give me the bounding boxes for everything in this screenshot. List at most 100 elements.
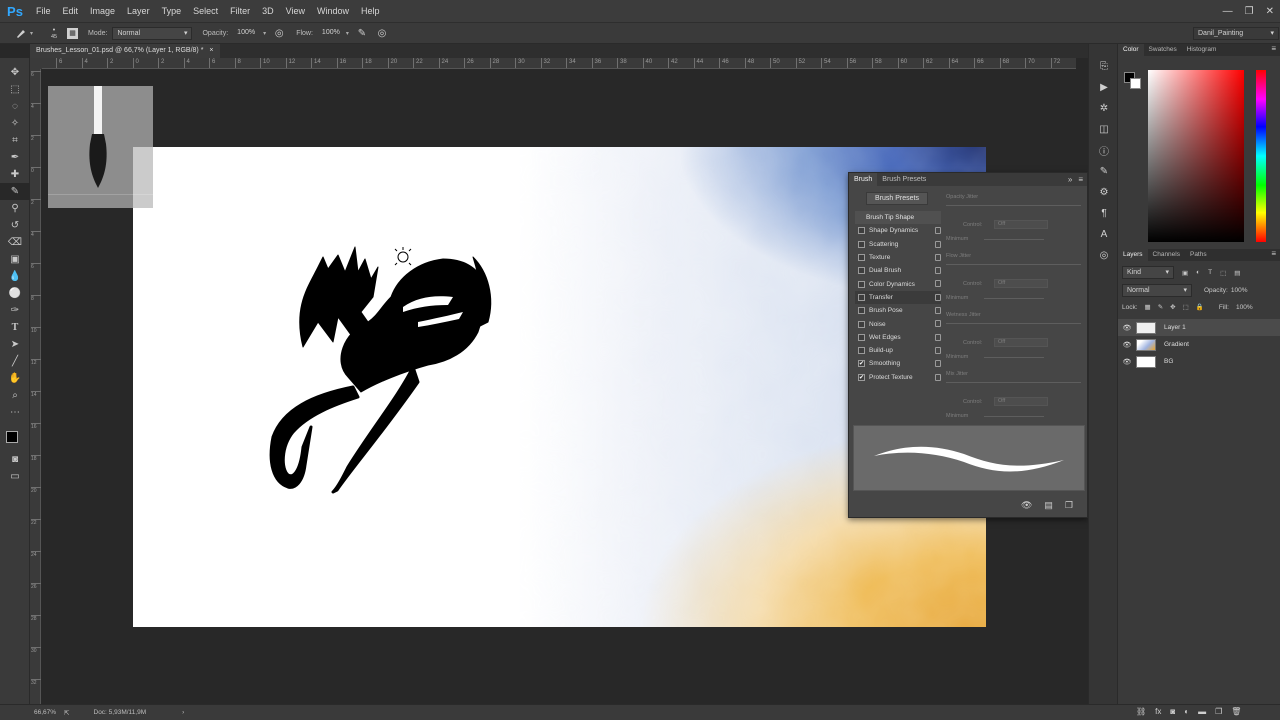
bg-color-swatch[interactable]: [1130, 78, 1141, 89]
minimum-slider[interactable]: [984, 298, 1044, 299]
checkbox[interactable]: [858, 240, 865, 248]
layer-style-icon[interactable]: fx: [1155, 707, 1161, 716]
panel-menu-icon[interactable]: ≡: [1078, 175, 1083, 184]
type-tool-icon[interactable]: T: [0, 319, 30, 336]
gradient-tool-icon[interactable]: ▣: [0, 251, 30, 268]
quick-select-tool-icon[interactable]: ✧: [0, 115, 30, 132]
export-icon[interactable]: ⇱: [64, 709, 69, 717]
checkbox[interactable]: [858, 254, 865, 262]
eraser-tool-icon[interactable]: ⌫: [0, 234, 30, 251]
pen-tool-icon[interactable]: ✑: [0, 302, 30, 319]
brush-settings-icon[interactable]: ⚙: [1089, 182, 1119, 203]
zoom-level[interactable]: 66,67%: [34, 709, 56, 716]
filter-shape-icon[interactable]: ⬚: [1220, 269, 1226, 277]
tab-swatches[interactable]: Swatches: [1144, 44, 1182, 56]
flow-field[interactable]: 100%: [317, 26, 346, 40]
paragraph-icon[interactable]: ¶: [1089, 203, 1119, 224]
lock-icon[interactable]: [935, 227, 941, 235]
mode-select[interactable]: Normal ▾: [112, 26, 193, 40]
lock-icon[interactable]: [935, 253, 941, 261]
menu-help[interactable]: Help: [355, 0, 386, 22]
menu-view[interactable]: View: [280, 0, 311, 22]
actions-play-icon[interactable]: ▶: [1089, 77, 1119, 98]
workspace-select[interactable]: Danil_Painting ▾: [1193, 27, 1279, 40]
tab-brush[interactable]: Brush: [849, 173, 878, 186]
checkbox[interactable]: [858, 347, 865, 355]
tab-color[interactable]: Color: [1118, 44, 1144, 56]
quick-mask-icon[interactable]: ◙: [0, 451, 30, 468]
filter-pixel-icon[interactable]: ▣: [1182, 269, 1188, 277]
layer-opacity-value[interactable]: 100%: [1231, 287, 1248, 294]
history-icon[interactable]: ⎘: [1089, 56, 1119, 77]
layer-row-bg[interactable]: 👁 BG: [1118, 353, 1280, 370]
panel-menu-icon[interactable]: ≡: [1271, 249, 1276, 261]
brush-option-noise[interactable]: Noise: [855, 317, 941, 330]
close-button[interactable]: ✕: [1266, 6, 1274, 17]
hue-slider[interactable]: [1256, 70, 1266, 242]
minimize-button[interactable]: —: [1223, 6, 1233, 17]
fill-value[interactable]: 100%: [1236, 304, 1253, 311]
lock-icon[interactable]: [935, 293, 941, 301]
lock-paint-icon[interactable]: ✎: [1158, 303, 1163, 311]
minimum-slider[interactable]: [984, 416, 1044, 417]
brush-option-brush-pose[interactable]: Brush Pose: [855, 304, 941, 317]
visibility-eye-icon[interactable]: 👁: [1118, 324, 1136, 332]
opacity-control-select[interactable]: Off: [994, 220, 1048, 229]
filter-adjust-icon[interactable]: ◐: [1196, 269, 1200, 276]
brush-option-scattering[interactable]: Scattering: [855, 238, 941, 251]
checkbox[interactable]: [858, 293, 865, 301]
checkbox[interactable]: [858, 333, 865, 341]
lock-icon[interactable]: [935, 267, 941, 275]
path-select-tool-icon[interactable]: ➤: [0, 336, 30, 353]
menu-image[interactable]: Image: [84, 0, 121, 22]
dodge-tool-icon[interactable]: ⚪: [0, 285, 30, 302]
visibility-eye-icon[interactable]: 👁: [1118, 341, 1136, 349]
zoom-tool-icon[interactable]: ⌕: [0, 387, 30, 404]
brush-option-color-dynamics[interactable]: Color Dynamics: [855, 277, 941, 290]
menu-layer[interactable]: Layer: [121, 0, 156, 22]
pressure-opacity-icon[interactable]: ◎: [272, 26, 286, 40]
lock-artboard-icon[interactable]: ⬚: [1183, 303, 1189, 311]
properties-icon[interactable]: ◫: [1089, 119, 1119, 140]
checkbox[interactable]: [858, 227, 865, 235]
healing-tool-icon[interactable]: ✚: [0, 166, 30, 183]
lock-icon[interactable]: [935, 360, 941, 368]
brush-icon[interactable]: ✎: [1089, 161, 1119, 182]
document-tab-close[interactable]: ×: [209, 44, 213, 58]
brush-option-wet-edges[interactable]: Wet Edges: [855, 331, 941, 344]
info-icon[interactable]: ⓘ: [1089, 140, 1119, 161]
airbrush-icon[interactable]: ✎: [355, 26, 369, 40]
link-layers-icon[interactable]: ⛓: [1136, 707, 1146, 716]
blend-mode-select[interactable]: Normal ▾: [1122, 284, 1192, 297]
crop-tool-icon[interactable]: ⌗: [0, 132, 30, 149]
lock-icon[interactable]: [935, 307, 941, 315]
lock-icon[interactable]: [935, 240, 941, 248]
brush-presets-button[interactable]: Brush Presets: [866, 192, 928, 205]
add-mask-icon[interactable]: ◙: [1170, 707, 1175, 716]
lock-icon[interactable]: [935, 346, 941, 354]
eyedropper-tool-icon[interactable]: ✒: [0, 149, 30, 166]
tab-paths[interactable]: Paths: [1185, 249, 1212, 261]
menu-select[interactable]: Select: [187, 0, 224, 22]
lock-icon[interactable]: [935, 320, 941, 328]
brush-panel-toggle-icon[interactable]: ▦: [67, 27, 79, 39]
flow-control-select[interactable]: Off: [994, 279, 1048, 288]
lock-position-icon[interactable]: ✥: [1170, 303, 1175, 311]
layer-filter-select[interactable]: Kind ▾: [1122, 266, 1174, 279]
brush-option-transfer[interactable]: Transfer: [855, 290, 941, 305]
status-menu-arrow[interactable]: ›: [182, 709, 184, 716]
menu-3d[interactable]: 3D: [256, 0, 280, 22]
more-tools-icon[interactable]: ⋯: [0, 404, 30, 421]
brush-grid-icon[interactable]: ▤: [1044, 500, 1053, 511]
new-brush-icon[interactable]: ❐: [1065, 500, 1073, 511]
brush-tool-icon[interactable]: [14, 26, 28, 40]
checkbox[interactable]: [858, 280, 865, 288]
history-brush-tool-icon[interactable]: ↺: [0, 217, 30, 234]
brush-tip-shape-item[interactable]: Brush Tip Shape: [855, 211, 941, 225]
move-tool-icon[interactable]: ✥: [0, 64, 30, 81]
checkbox[interactable]: [858, 320, 865, 328]
document-tab[interactable]: Brushes_Lesson_01.psd @ 66,7% (Layer 1, …: [30, 44, 220, 58]
checkbox-checked[interactable]: ✔: [858, 373, 865, 381]
color-picker-field[interactable]: [1148, 70, 1244, 242]
visibility-eye-icon[interactable]: 👁: [1118, 358, 1136, 366]
